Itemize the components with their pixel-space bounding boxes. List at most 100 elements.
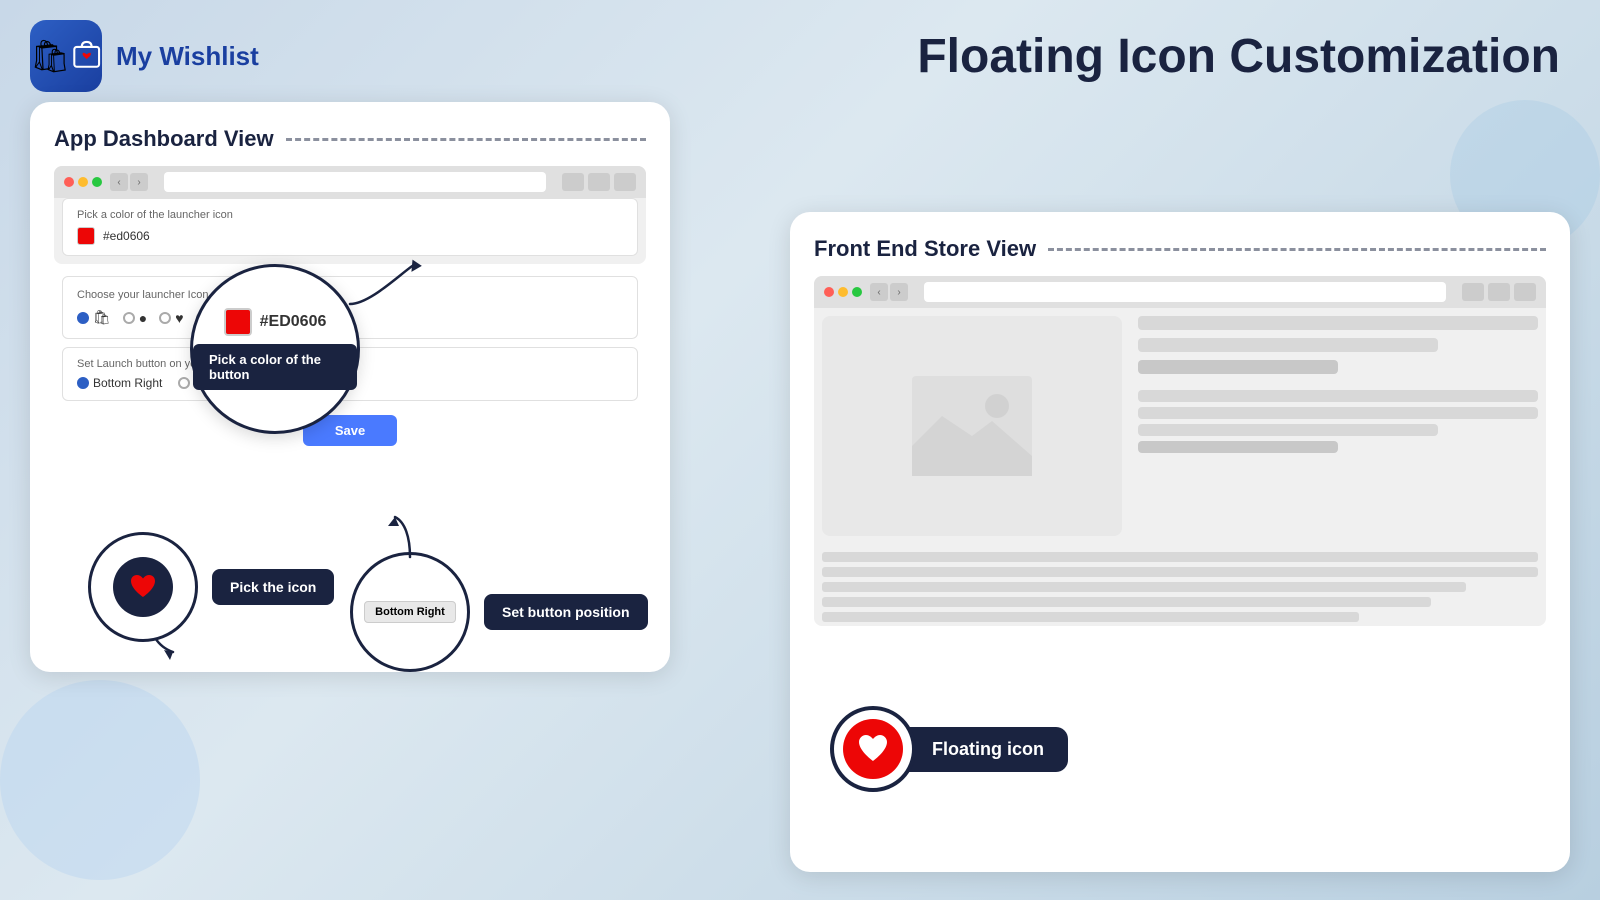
color-swatch[interactable] <box>77 227 95 245</box>
store-close-dot[interactable] <box>824 287 834 297</box>
action-btn-1[interactable] <box>562 173 584 191</box>
store-action-btn-2[interactable] <box>1488 283 1510 301</box>
icon-option-circle1[interactable]: ● <box>123 310 147 326</box>
color-annotation-wrapper: #ED0606 Pick a color of the button <box>190 264 360 434</box>
store-back-button[interactable]: ‹ <box>870 283 888 301</box>
color-section-label: Pick a color of the launcher icon <box>77 209 623 221</box>
icon-ann-button: Pick the icon <box>212 569 334 605</box>
store-title: Front End Store View <box>814 236 1546 262</box>
bottom-line-3 <box>822 582 1466 592</box>
color-annotation-circle: #ED0606 Pick a color of the button <box>190 264 360 434</box>
info-bar-3 <box>1138 390 1538 402</box>
bottom-line-2 <box>822 567 1538 577</box>
action-btn-3[interactable] <box>614 173 636 191</box>
logo-area: My Wishlist <box>30 20 259 92</box>
browser-bar: ‹ › <box>54 166 646 198</box>
icon-inner-circle <box>113 557 173 617</box>
store-browser-dots <box>824 287 862 297</box>
heart-icon-svg <box>127 571 159 603</box>
info-bar-2 <box>1138 338 1438 352</box>
browser-mockup: ‹ › Pick a color of the launcher icon <box>54 166 646 264</box>
expand-dot[interactable] <box>92 177 102 187</box>
store-content <box>814 308 1546 544</box>
pos-input-display: Bottom Right <box>364 601 456 623</box>
color-section: Pick a color of the launcher icon #ed060… <box>62 198 638 256</box>
radio-selected <box>77 312 89 324</box>
position-annotation-circle: Bottom Right <box>350 552 470 672</box>
info-bar-5 <box>1138 424 1438 436</box>
floating-icon-inner[interactable] <box>843 719 903 779</box>
store-browser-bar: ‹ › <box>814 276 1546 308</box>
info-bar-price <box>1138 360 1338 374</box>
position-annotation-wrapper: Bottom Right Set button position <box>350 552 648 672</box>
app-logo <box>30 20 102 92</box>
dashboard-title: App Dashboard View <box>54 126 646 152</box>
store-bottom-lines <box>814 544 1546 626</box>
store-url-bar[interactable] <box>924 282 1446 302</box>
product-placeholder-svg <box>912 366 1032 486</box>
bottom-line-4 <box>822 597 1431 607</box>
logo-icon <box>71 37 102 75</box>
color-ann-button: Pick a color of the button <box>193 344 357 390</box>
icon-annotation-circle <box>88 532 198 642</box>
store-browser-mockup: ‹ › <box>814 276 1546 626</box>
browser-dots <box>64 177 102 187</box>
icon-annotation-wrapper: Pick the icon <box>88 532 334 642</box>
action-btn-2[interactable] <box>588 173 610 191</box>
icon-option-heart[interactable]: ♥ <box>159 310 183 326</box>
product-info <box>1138 316 1538 536</box>
dashboard-title-text: App Dashboard View <box>54 126 274 152</box>
browser-nav: ‹ › <box>110 173 148 191</box>
store-minimize-dot[interactable] <box>838 287 848 297</box>
forward-button[interactable]: › <box>130 173 148 191</box>
pos-radio-empty <box>178 377 190 389</box>
minimize-dot[interactable] <box>78 177 88 187</box>
floating-icon-demo: Floating icon <box>830 706 1068 792</box>
store-forward-button[interactable]: › <box>890 283 908 301</box>
floating-icon-label: Floating icon <box>908 727 1068 772</box>
store-browser-nav: ‹ › <box>870 283 908 301</box>
bag-icon: 🛍 <box>93 309 111 326</box>
content-area: App Dashboard View ‹ › <box>0 102 1600 892</box>
color-arrow-svg <box>340 254 430 324</box>
store-title-text: Front End Store View <box>814 236 1036 262</box>
floating-heart-icon <box>855 731 891 767</box>
icon-option-selected[interactable]: 🛍 <box>77 309 111 326</box>
page-title: Floating Icon Customization <box>917 29 1560 84</box>
left-panel-wrapper: App Dashboard View ‹ › <box>30 102 670 892</box>
position-bottom-right[interactable]: Bottom Right <box>77 376 162 390</box>
pos-radio-selected <box>77 377 89 389</box>
ann-color-row: #ED0606 <box>224 308 327 336</box>
bottom-right-label: Bottom Right <box>93 376 162 390</box>
product-image <box>822 316 1122 536</box>
store-browser-actions <box>1462 283 1536 301</box>
position-ann-button: Set button position <box>484 594 648 630</box>
bottom-line-5 <box>822 612 1359 622</box>
app-name-label: My Wishlist <box>116 41 259 72</box>
radio-empty-1 <box>123 312 135 324</box>
store-expand-dot[interactable] <box>852 287 862 297</box>
floating-icon-ring <box>830 706 916 792</box>
store-action-btn-3[interactable] <box>1514 283 1536 301</box>
store-dashed-line <box>1048 248 1546 251</box>
ann-hex-value: #ED0606 <box>260 313 327 331</box>
title-dashed-line <box>286 138 646 141</box>
info-bar-6 <box>1138 441 1338 453</box>
close-dot[interactable] <box>64 177 74 187</box>
pos-arrow-svg <box>385 512 435 562</box>
info-bar-4 <box>1138 407 1538 419</box>
url-bar[interactable] <box>164 172 546 192</box>
store-panel: Front End Store View ‹ › <box>790 212 1570 872</box>
heart-icon: ♥ <box>175 310 183 326</box>
radio-empty-2 <box>159 312 171 324</box>
ann-color-swatch <box>224 308 252 336</box>
browser-actions <box>562 173 636 191</box>
store-action-btn-1[interactable] <box>1462 283 1484 301</box>
color-input-row: #ed0606 <box>77 227 623 245</box>
info-bar-1 <box>1138 316 1538 330</box>
color-hex-value: #ed0606 <box>103 229 150 243</box>
header: My Wishlist Floating Icon Customization <box>0 0 1600 102</box>
circle-icon-1: ● <box>139 310 147 326</box>
bottom-line-1 <box>822 552 1538 562</box>
back-button[interactable]: ‹ <box>110 173 128 191</box>
